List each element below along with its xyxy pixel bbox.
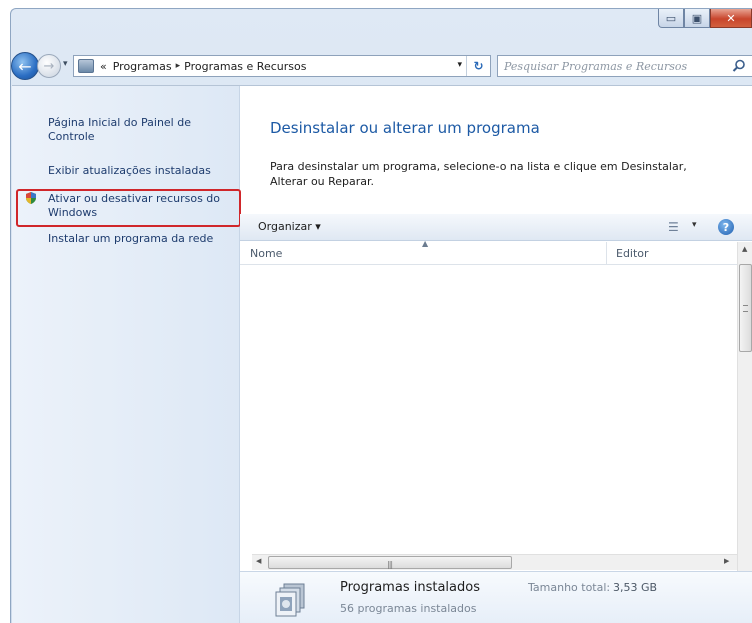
scroll-right-arrow-icon[interactable]: ▶: [724, 557, 729, 565]
minimize-button[interactable]: ▭: [658, 9, 684, 28]
installed-programs-icon: [275, 583, 305, 617]
caption-buttons: ▭ ▣ ✕: [658, 9, 752, 31]
scroll-up-arrow-icon[interactable]: ▲: [742, 245, 747, 253]
back-button[interactable]: ←: [11, 52, 39, 80]
column-header-editor[interactable]: Editor: [616, 247, 649, 260]
vertical-scroll-thumb[interactable]: [739, 264, 752, 352]
control-panel-window: ▭ ▣ ✕ ← → ▾ « Programas ▸ Programas e Re…: [10, 8, 752, 623]
control-panel-home-link[interactable]: Página Inicial do Painel de Controle: [48, 116, 218, 144]
view-installed-updates-link[interactable]: Exibir atualizações instaladas: [48, 164, 228, 178]
command-bar: Organizar ▾ ☰ ▾ ?: [240, 214, 752, 241]
organize-menu-button[interactable]: Organizar ▾: [258, 220, 321, 233]
scroll-grip-icon: |||: [387, 560, 393, 569]
scroll-grip-icon: [743, 305, 748, 312]
page-description: Para desinstalar um programa, selecione-…: [270, 160, 687, 188]
recent-pages-dropdown[interactable]: ▾: [63, 59, 68, 69]
highlight-box: [16, 189, 241, 227]
column-header-row: Nome ▲ Editor: [240, 239, 737, 265]
control-panel-icon: [78, 59, 94, 73]
search-placeholder: Pesquisar Programas e Recursos: [504, 59, 688, 73]
sort-ascending-icon: ▲: [422, 239, 429, 248]
navigation-bar: ← → ▾ « Programas ▸ Programas e Recursos…: [11, 49, 752, 83]
installed-programs-count: 56 programas instalados: [340, 602, 477, 615]
details-pane: Programas instalados Tamanho total: 3,53…: [240, 571, 752, 623]
help-icon[interactable]: ?: [718, 219, 734, 235]
maximize-button[interactable]: ▣: [684, 9, 710, 28]
breadcrumb-programas[interactable]: Programas: [113, 60, 172, 73]
search-input[interactable]: Pesquisar Programas e Recursos: [497, 55, 752, 77]
views-dropdown-icon[interactable]: ▾: [692, 220, 697, 230]
close-button[interactable]: ✕: [710, 9, 752, 28]
refresh-icon[interactable]: ↻: [466, 56, 490, 76]
horizontal-scroll-thumb[interactable]: |||: [268, 556, 512, 569]
views-icon[interactable]: ☰: [668, 220, 684, 234]
scroll-left-arrow-icon[interactable]: ◀: [256, 557, 261, 565]
total-size-label: Tamanho total:: [528, 581, 611, 594]
content-area: Página Inicial do Painel de Controle Exi…: [12, 85, 752, 623]
column-header-nome[interactable]: Nome: [250, 247, 282, 260]
task-pane: Página Inicial do Painel de Controle Exi…: [12, 86, 241, 623]
vertical-scrollbar[interactable]: ▲ ▼: [737, 242, 752, 623]
horizontal-scrollbar[interactable]: ◀ ||| ▶: [252, 554, 737, 570]
address-overflow-chevron[interactable]: «: [100, 60, 107, 73]
total-size-value: 3,53 GB: [613, 581, 658, 594]
column-divider[interactable]: [606, 242, 607, 265]
search-icon[interactable]: [732, 59, 746, 73]
breadcrumb-separator-arrow[interactable]: ▸: [176, 61, 181, 71]
forward-button[interactable]: →: [37, 54, 61, 78]
install-from-network-link[interactable]: Instalar um programa da rede: [48, 232, 238, 246]
address-dropdown-icon[interactable]: ▾: [457, 60, 462, 70]
address-bar[interactable]: « Programas ▸ Programas e Recursos ▾ ↻: [73, 55, 491, 77]
page-title: Desinstalar ou alterar um programa: [270, 119, 540, 137]
installed-programs-title: Programas instalados: [340, 580, 480, 595]
breadcrumb-programas-e-recursos[interactable]: Programas e Recursos: [184, 60, 306, 73]
